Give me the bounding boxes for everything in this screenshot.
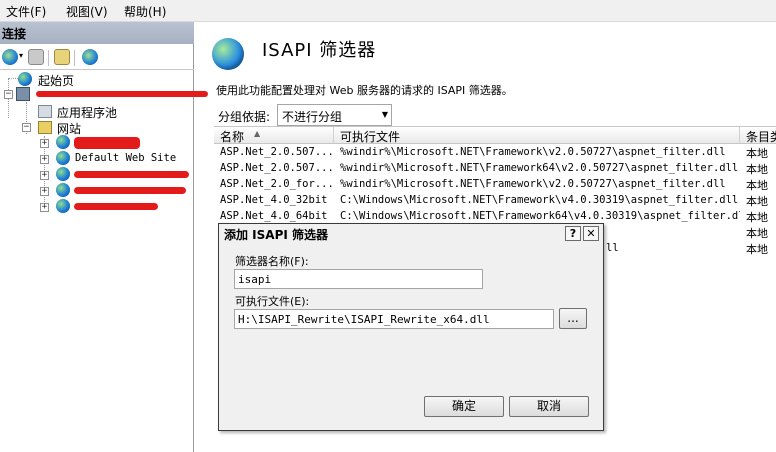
tree-item-server[interactable] [16, 87, 208, 103]
sites-folder-icon [38, 121, 52, 134]
tree-collapse-server[interactable]: − [4, 90, 13, 99]
group-by-select[interactable]: 不进行分组 ▼ [277, 104, 392, 126]
tree-item-site[interactable] [56, 135, 190, 151]
page-title: ISAPI 筛选器 [262, 40, 377, 61]
table-row[interactable]: ASP.Net_2.0.507... %windir%\Microsoft.NE… [214, 160, 776, 176]
tree-expand-site[interactable]: + [40, 171, 49, 180]
up-icon[interactable] [54, 49, 70, 65]
redacted-site-name [74, 187, 186, 194]
browse-button[interactable]: ... [559, 308, 587, 329]
server-icon [16, 87, 30, 101]
menu-help[interactable]: 帮助(H) [124, 3, 166, 20]
column-header-entry-type[interactable]: 条目类 [740, 127, 776, 144]
tree-collapse-sites[interactable]: − [22, 123, 31, 132]
site-globe-icon [56, 167, 70, 181]
executable-label: 可执行文件(E): [235, 295, 310, 308]
dialog-title: 添加 ISAPI 筛选器 [219, 224, 603, 244]
tree-item-sites[interactable]: 网站 [38, 120, 188, 136]
tree-item-default-site[interactable]: Default Web Site [56, 151, 190, 167]
site-globe-icon [56, 151, 70, 165]
connect-dropdown-icon[interactable]: ▾ [19, 51, 23, 60]
toolbar-separator [74, 50, 75, 66]
toolbar-separator [48, 50, 49, 66]
group-by-value: 不进行分组 [282, 110, 343, 124]
tree-expand-site[interactable]: + [40, 139, 49, 148]
tree-line [8, 78, 18, 79]
tree-item-app-pools[interactable]: 应用程序池 [38, 104, 188, 120]
disconnect-icon[interactable] [82, 49, 98, 65]
help-button[interactable]: ? [565, 226, 581, 241]
tree-expand-site[interactable]: + [40, 187, 49, 196]
redacted-site-name [74, 171, 189, 178]
site-globe-icon [56, 199, 70, 213]
ok-button[interactable]: 确定 [424, 396, 504, 417]
menu-bar: 文件(F) 视图(V) 帮助(H) [0, 0, 776, 22]
menu-file[interactable]: 文件(F) [6, 3, 46, 20]
connections-panel: 连接 ▾ 起始页 − 应用程序池 − 网站 + + Default Web Si… [0, 22, 208, 452]
cancel-button[interactable]: 取消 [509, 396, 589, 417]
table-row[interactable]: ASP.Net_2.0_for... %windir%\Microsoft.NE… [214, 176, 776, 192]
save-icon[interactable] [28, 49, 44, 65]
group-by-label: 分组依据: [218, 110, 271, 124]
filter-name-input[interactable]: isapi [234, 269, 483, 289]
tree-expand-default-site[interactable]: + [40, 155, 49, 164]
tree-item-site[interactable] [56, 183, 190, 199]
sort-ascending-icon: ▲ [254, 129, 261, 138]
close-button[interactable]: ✕ [583, 226, 599, 241]
connect-icon[interactable] [2, 49, 18, 65]
isapi-feature-globe-icon [212, 38, 244, 70]
app-pools-icon [38, 105, 52, 118]
redacted-site-name [74, 137, 140, 149]
start-page-icon [18, 72, 32, 86]
redacted-server-name [36, 91, 208, 97]
executable-path-input[interactable]: H:\ISAPI_Rewrite\ISAPI_Rewrite_x64.dll [234, 309, 554, 329]
column-header-executable[interactable]: 可执行文件 [334, 127, 740, 144]
tree-item-start-page[interactable]: 起始页 [18, 72, 188, 88]
table-row[interactable]: ASP.Net_2.0.507... %windir%\Microsoft.NE… [214, 144, 776, 160]
tree-item-site[interactable] [56, 167, 190, 183]
tree-item-site[interactable] [56, 199, 190, 215]
tree-expand-site[interactable]: + [40, 203, 49, 212]
menu-view[interactable]: 视图(V) [66, 3, 108, 20]
connections-header: 连接 [0, 22, 194, 44]
site-globe-icon [56, 135, 70, 149]
redacted-site-name [74, 203, 158, 210]
table-row[interactable]: ASP.Net_4.0_32bit C:\Windows\Microsoft.N… [214, 192, 776, 208]
column-header-name[interactable]: 名称 ▲ [214, 127, 334, 144]
add-isapi-filter-dialog: 添加 ISAPI 筛选器 ? ✕ 筛选器名称(F): isapi 可执行文件(E… [218, 223, 604, 431]
page-description: 使用此功能配置处理对 Web 服务器的请求的 ISAPI 筛选器。 [216, 84, 513, 97]
table-row[interactable]: ASP.Net_4.0_64bit C:\Windows\Microsoft.N… [214, 208, 776, 224]
connections-toolbar: ▾ [0, 46, 194, 70]
chevron-down-icon: ▼ [381, 110, 388, 119]
filter-name-label: 筛选器名称(F): [235, 255, 309, 268]
site-globe-icon [56, 183, 70, 197]
